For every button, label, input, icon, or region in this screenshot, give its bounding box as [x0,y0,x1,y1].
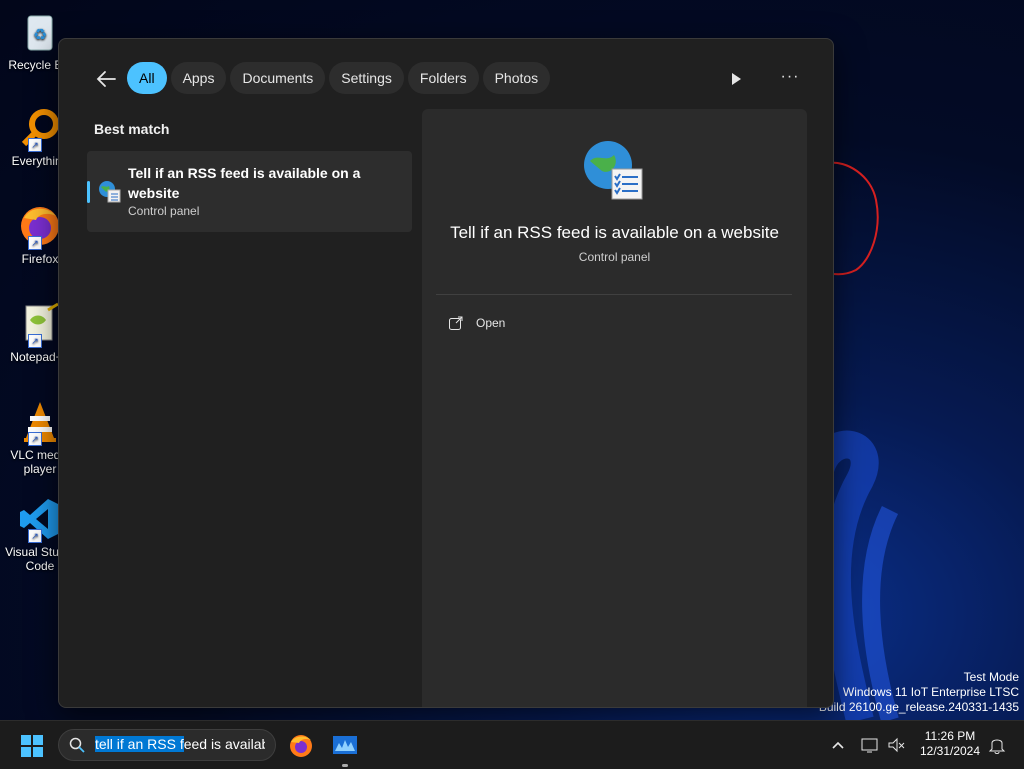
shortcut-arrow-icon: ↗ [28,432,42,446]
result-preview-pane: Tell if an RSS feed is available on a we… [422,109,807,707]
open-action[interactable]: Open [448,315,505,331]
back-arrow-icon [96,71,116,87]
selection-indicator [87,181,90,203]
more-options-button[interactable]: ··· [777,66,803,92]
preview-divider [436,294,792,295]
watermark-line: Test Mode [963,670,1019,684]
watermark-line: Windows 11 IoT Enterprise LTSC [842,685,1019,699]
clock-date: 12/31/2024 [919,744,981,758]
desktop-icon-label: Firefox [21,252,59,266]
watermark-line: Build 26100.ge_release.240331-1435 [818,700,1019,714]
speaker-muted-icon [888,737,905,753]
search-query-text: tell if an RSS feed is availab [95,736,265,752]
firefox-icon: ↗ [18,204,62,250]
svg-text:♻: ♻ [33,27,47,44]
search-filter-tabs: All Apps Documents Settings Folders Phot… [127,62,551,94]
chevron-up-icon [832,741,844,749]
show-hidden-icons-button[interactable] [830,733,846,757]
waveform-app-icon [333,736,357,754]
preview-title: Tell if an RSS feed is available on a we… [450,223,779,242]
taskbar-app-running[interactable] [332,733,358,767]
taskbar: tell if an RSS feed is availab 11:26 PM … [0,720,1024,769]
display-icon [861,738,878,753]
unselected-query-text: eed is availab [183,736,265,752]
taskbar-clock[interactable]: 11:26 PM 12/31/2024 [916,729,984,759]
tray-volume-button[interactable] [886,733,906,757]
start-search-panel: All Apps Documents Settings Folders Phot… [58,38,834,708]
bell-icon [988,739,1006,754]
notifications-button[interactable] [988,733,1006,757]
control-panel-rss-large-icon [582,139,646,203]
everything-icon: ↗ [18,106,62,152]
back-button[interactable] [93,65,121,93]
taskbar-search-input[interactable]: tell if an RSS feed is availab [58,729,276,761]
best-match-heading: Best match [94,121,170,137]
shortcut-arrow-icon: ↗ [28,334,42,348]
clock-time: 11:26 PM [924,729,976,743]
test-mode-watermark: Test Mode Windows 11 IoT Enterprise LTSC… [819,670,1019,715]
filter-all[interactable]: All [127,62,167,94]
play-arrow-icon [732,73,741,85]
search-icon [69,737,85,753]
preview-subtitle: Control panel [578,250,651,264]
filter-photos[interactable]: Photos [482,62,551,94]
open-action-label: Open [476,316,506,330]
start-button[interactable] [20,734,44,758]
result-title: Tell if an RSS feed is available on a we… [128,165,361,201]
running-indicator [342,764,348,767]
notepadpp-icon: ↗ [18,302,62,348]
vlc-icon: ↗ [18,400,62,446]
filter-settings[interactable]: Settings [329,62,404,94]
selected-query-text: tell if an RSS f [95,736,184,752]
firefox-icon [290,735,312,757]
tray-network-button[interactable] [860,733,880,757]
shortcut-arrow-icon: ↗ [28,138,42,152]
red-annotation-curve [827,161,879,276]
vscode-icon: ↗ [18,497,62,543]
ellipsis-icon: ··· [780,68,800,85]
result-subtitle: Control panel [128,204,200,218]
taskbar-firefox[interactable] [288,733,314,759]
windows-logo-icon [21,735,43,757]
filter-apps[interactable]: Apps [170,62,227,94]
shortcut-arrow-icon: ↗ [28,236,42,250]
more-filters-button[interactable] [723,66,749,92]
shortcut-arrow-icon: ↗ [28,529,42,543]
control-panel-rss-icon [97,179,121,203]
best-match-result[interactable]: Tell if an RSS feed is available on a we… [87,151,412,232]
filter-documents[interactable]: Documents [230,62,326,94]
open-external-icon [449,316,463,330]
recycle-bin-icon: ♻ [18,10,62,54]
filter-folders[interactable]: Folders [407,62,479,94]
